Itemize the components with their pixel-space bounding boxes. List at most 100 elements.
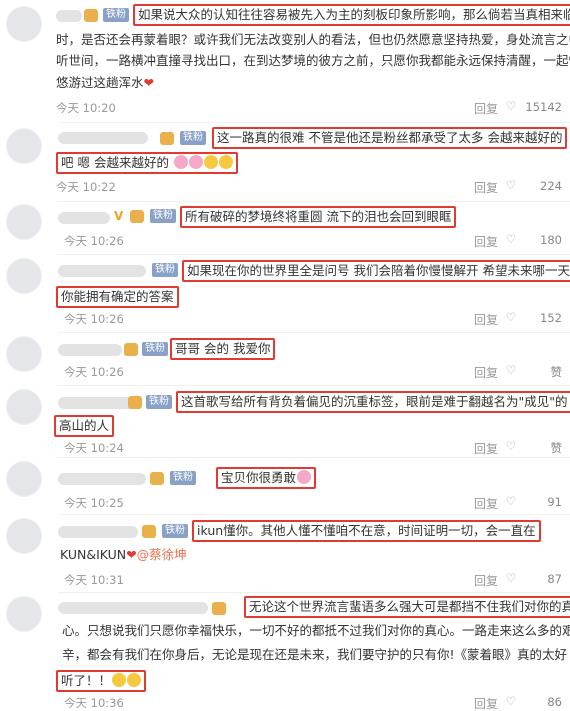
fan-level-icon: [84, 9, 98, 22]
comment-time: 今天 10:31: [64, 573, 124, 587]
heart-emoji-icon: [173, 155, 188, 169]
like-count: 91: [547, 495, 562, 509]
like-icon[interactable]: ♡: [506, 571, 516, 585]
like-icon[interactable]: ♡: [506, 439, 516, 453]
username[interactable]: [58, 473, 146, 485]
comment-item: 铁粉 这首歌写给所有背负着偏见的沉重标签，眼前是难于翻越名为"成见"的 高山的人…: [0, 387, 570, 459]
verified-icon: V: [114, 209, 124, 223]
comment-text: 无论这个世界流言蜚语多么强大可是都挡不住我们对你的真: [244, 596, 570, 618]
username[interactable]: [56, 10, 82, 22]
comment-item: 铁粉 宝贝你很勇敢 今天 10:25 回复 ♡ 91: [0, 459, 570, 513]
comment-time: 今天 10:25: [64, 496, 124, 510]
fan-badge: 铁粉: [142, 342, 168, 356]
comment-item: 铁粉 ikun懂你。其他人懂不懂咱不在意，时间证明一切，会一直在 KUN&IKU…: [0, 516, 570, 592]
like-icon[interactable]: ♡: [506, 99, 516, 113]
avatar[interactable]: [6, 204, 42, 240]
comment-text: 时，是否还会再蒙着眼？或许我们无法改变别人的看法，但也仍然愿意坚持热爱，身处流言…: [56, 32, 570, 47]
comment-text: 这一路真的很难 不管是他还是粉丝都承受了太多 会越来越好的: [212, 127, 568, 149]
text-segment: KUN&IKUN: [60, 547, 127, 562]
username[interactable]: [58, 265, 146, 277]
reply-button[interactable]: 回复: [474, 233, 498, 250]
reply-button[interactable]: 回复: [474, 495, 498, 512]
comment-text: 听世间，一路横冲直撞寻找出口，在到达梦境的彼方之前，只愿你我都能永远保持清醒，一…: [56, 52, 570, 70]
divider: [58, 122, 570, 123]
comment-item: 铁粉 哥哥 会的 我爱你 今天 10:26 回复 ♡ 赞: [0, 334, 570, 386]
fan-level-icon: [160, 132, 174, 145]
people-emoji-icon: [203, 155, 218, 169]
crying-emoji-icon: [127, 673, 142, 687]
username[interactable]: [58, 212, 110, 224]
avatar[interactable]: [6, 596, 42, 632]
crying-emoji-icon: [112, 673, 127, 687]
text-segment: 听了！！: [61, 673, 112, 688]
comment-item: 无论这个世界流言蜚语多么强大可是都挡不住我们对你的真 心。只想说我们只愿你幸福快…: [0, 594, 570, 711]
like-icon[interactable]: ♡: [506, 178, 516, 192]
reply-button[interactable]: 回复: [474, 695, 498, 711]
fan-badge: 铁粉: [162, 524, 188, 538]
fan-level-icon: [212, 602, 226, 615]
fan-level-icon: [150, 472, 164, 485]
text-segment: 悠游过这趟浑水: [56, 75, 144, 90]
reply-button[interactable]: 回复: [474, 572, 498, 589]
username[interactable]: [58, 526, 138, 538]
fan-level-icon: [128, 396, 142, 409]
username[interactable]: [58, 602, 208, 614]
text-segment: 吧 嗯 会越来越好的: [61, 155, 169, 170]
divider: [58, 592, 570, 593]
like-button[interactable]: 赞: [551, 364, 563, 380]
like-icon[interactable]: ♡: [506, 232, 516, 246]
reply-button[interactable]: 回复: [474, 364, 498, 381]
avatar[interactable]: [6, 258, 42, 294]
reply-button[interactable]: 回复: [474, 311, 498, 328]
comment-text: 所有破碎的梦境终将重圆 流下的泪也会回到眼眶: [180, 206, 457, 228]
like-icon[interactable]: ♡: [506, 694, 516, 708]
like-count: 15142: [525, 100, 562, 114]
comment-item: 铁粉 这一路真的很难 不管是他还是粉丝都承受了太多 会越来越好的 吧 嗯 会越来…: [0, 124, 570, 200]
divider: [58, 457, 570, 458]
reply-button[interactable]: 回复: [474, 100, 498, 117]
like-icon[interactable]: ♡: [506, 310, 516, 324]
reply-button[interactable]: 回复: [474, 179, 498, 196]
comment-time: 今天 10:22: [56, 180, 116, 194]
fan-level-icon: [142, 525, 156, 538]
comment-time: 今天 10:20: [56, 101, 116, 115]
comment-text: 你能拥有确定的答案: [56, 286, 179, 308]
comment-text: 哥哥 会的 我爱你: [170, 338, 276, 360]
fan-badge: 铁粉: [180, 131, 206, 145]
fan-badge: 铁粉: [152, 263, 178, 277]
comment-time: 今天 10:24: [64, 441, 124, 455]
comment-text: 高山的人: [54, 415, 115, 437]
reply-button[interactable]: 回复: [474, 440, 498, 457]
heart-emoji-icon: [188, 155, 203, 169]
avatar[interactable]: [6, 336, 42, 372]
text-segment: 听世间，一路横冲直撞寻找出口，在到达梦境的彼方之前，只愿你我都能永远保持清醒，一…: [56, 53, 570, 68]
comment-text: KUN&IKUN❤@蔡徐坤: [60, 546, 187, 564]
comment-text: 听了！！: [56, 670, 147, 692]
avatar[interactable]: [6, 518, 42, 554]
like-button[interactable]: 赞: [551, 440, 563, 456]
comment-text: 这首歌写给所有背负着偏见的沉重标签，眼前是难于翻越名为"成见"的: [176, 391, 570, 413]
comment-text: 辛，都会有我们在你身后，无论是现在还是未来，我们要守护的只有你!《蒙着眼》真的太…: [62, 647, 568, 662]
avatar[interactable]: [6, 389, 42, 425]
heart-emoji-icon: [297, 470, 312, 484]
avatar[interactable]: [6, 128, 42, 164]
like-icon[interactable]: ♡: [506, 363, 516, 377]
heart-emoji-icon: ❤: [126, 547, 137, 562]
username[interactable]: [58, 397, 138, 409]
avatar[interactable]: [6, 461, 42, 497]
divider: [58, 385, 570, 386]
comment-time: 今天 10:26: [64, 312, 124, 326]
like-icon[interactable]: ♡: [506, 494, 516, 508]
fan-badge: 铁粉: [146, 395, 172, 409]
fan-badge: 铁粉: [103, 8, 129, 22]
divider: [58, 514, 570, 515]
username[interactable]: [58, 132, 148, 144]
mention-link[interactable]: @蔡徐坤: [137, 547, 187, 562]
avatar[interactable]: [6, 6, 42, 42]
comment-time: 今天 10:36: [64, 696, 124, 710]
like-count: 224: [540, 179, 562, 193]
username[interactable]: [58, 344, 122, 356]
comment-item: V 铁粉 所有破碎的梦境终将重圆 流下的泪也会回到眼眶 今天 10:26 回复 …: [0, 202, 570, 254]
like-count: 86: [547, 695, 562, 709]
comment-text: 悠游过这趟浑水❤: [56, 74, 154, 92]
